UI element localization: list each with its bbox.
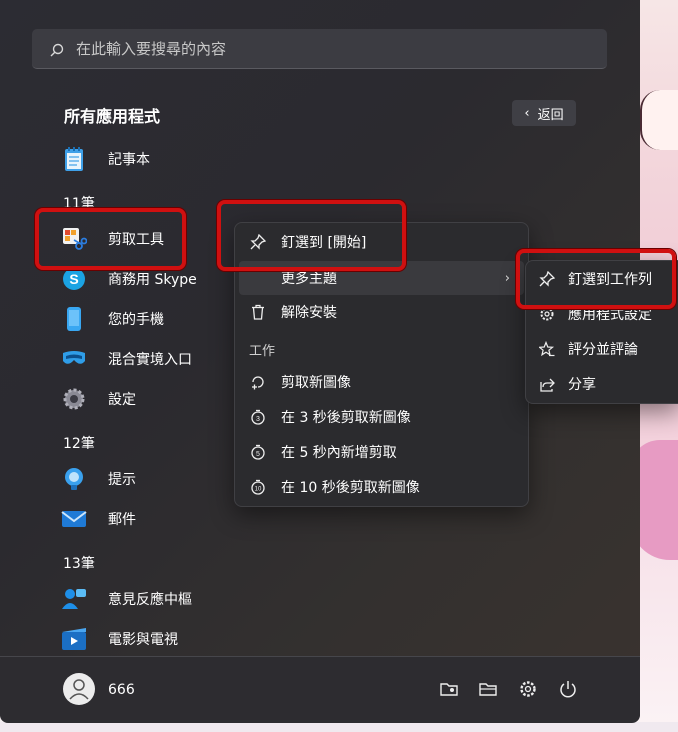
app-label: 電影與電視 — [108, 632, 178, 648]
chevron-left-icon: ‹ — [524, 105, 530, 121]
app-item-your-phone[interactable]: 您的手機 — [60, 302, 164, 336]
user-avatar[interactable] — [63, 673, 95, 705]
settings-icon[interactable] — [518, 679, 538, 699]
timer-icon: 5 — [249, 443, 267, 461]
app-item-notepad[interactable]: 記事本 — [60, 142, 150, 176]
menu-label: 剪取新圖像 — [281, 375, 351, 391]
star-icon — [538, 340, 556, 358]
menu-label: 評分並評論 — [568, 342, 638, 358]
menu-label: 在 5 秒內新增剪取 — [281, 445, 397, 461]
group-header-12[interactable]: 12筆 — [63, 433, 95, 453]
menu-item-rate-review[interactable]: 評分並評論 — [526, 332, 678, 366]
app-item-tips[interactable]: 提示 — [60, 462, 136, 496]
power-icon[interactable] — [558, 679, 578, 699]
app-label: 意見反應中樞 — [108, 592, 192, 608]
movies-tv-icon — [60, 625, 88, 653]
blank-icon — [249, 269, 267, 287]
file-explorer-icon[interactable] — [478, 679, 498, 699]
search-placeholder: 在此輸入要搜尋的內容 — [76, 40, 227, 58]
new-snip-icon — [249, 373, 267, 391]
all-apps-title: 所有應用程式 — [64, 107, 161, 126]
phone-icon — [60, 305, 88, 333]
wallpaper-art-detail — [640, 90, 678, 150]
app-label: 剪取工具 — [108, 232, 164, 248]
timer-icon: 10 — [249, 478, 267, 496]
share-icon — [538, 375, 556, 393]
pin-icon — [538, 270, 556, 288]
notepad-icon — [60, 145, 88, 173]
group-header-13[interactable]: 13筆 — [63, 553, 95, 573]
menu-item-new-snip[interactable]: 剪取新圖像 — [235, 365, 528, 399]
menu-label: 在 3 秒後剪取新圖像 — [281, 410, 411, 426]
timer-icon: 3 — [249, 408, 267, 426]
menu-item-share[interactable]: 分享 — [526, 367, 678, 401]
context-menu: 釘選到 [開始] 更多主題 › 解除安裝 工作 剪取新圖像 3 在 3 秒後剪取… — [234, 222, 529, 507]
menu-label: 在 10 秒後剪取新圖像 — [281, 480, 420, 496]
app-label: 您的手機 — [108, 312, 164, 328]
menu-item-app-settings[interactable]: 應用程式設定 — [526, 297, 678, 331]
app-item-mail[interactable]: 郵件 — [60, 502, 136, 536]
app-item-skype[interactable]: S 商務用 Skype — [60, 262, 197, 296]
app-item-feedback-hub[interactable]: 意見反應中樞 — [60, 582, 192, 616]
app-item-settings[interactable]: 設定 — [60, 382, 136, 416]
app-label: 混合實境入口 — [108, 352, 192, 368]
svg-text:S: S — [69, 271, 78, 287]
search-box[interactable]: 在此輸入要搜尋的內容 — [32, 29, 607, 69]
menu-item-pin-to-start[interactable]: 釘選到 [開始] — [235, 225, 528, 259]
back-button[interactable]: ‹ 返回 — [512, 100, 576, 126]
wallpaper-bottom — [0, 722, 678, 732]
chevron-right-icon: › — [504, 270, 510, 286]
gear-icon — [538, 305, 556, 323]
menu-label: 解除安裝 — [281, 305, 337, 321]
back-label: 返回 — [537, 107, 564, 123]
svg-text:5: 5 — [256, 451, 260, 458]
settings-gear-icon — [60, 385, 88, 413]
svg-text:3: 3 — [256, 416, 260, 423]
snipping-tool-icon — [60, 225, 88, 253]
pin-icon — [249, 233, 267, 251]
feedback-hub-icon — [60, 585, 88, 613]
mail-icon — [60, 505, 88, 533]
app-label: 郵件 — [108, 512, 136, 528]
menu-label: 更多主題 — [281, 271, 337, 287]
menu-item-snip-10s[interactable]: 10 在 10 秒後剪取新圖像 — [235, 470, 528, 504]
start-bottom-bar: 666 — [0, 656, 640, 723]
menu-item-uninstall[interactable]: 解除安裝 — [235, 295, 528, 329]
trash-icon — [249, 303, 267, 321]
app-label: 設定 — [108, 392, 136, 408]
menu-label: 分享 — [568, 377, 596, 393]
user-folder-icon[interactable] — [439, 679, 459, 699]
skype-icon: S — [60, 265, 88, 293]
svg-text:10: 10 — [255, 487, 262, 493]
user-name[interactable]: 666 — [108, 682, 135, 698]
menu-item-snip-3s[interactable]: 3 在 3 秒後剪取新圖像 — [235, 400, 528, 434]
tips-icon — [60, 465, 88, 493]
app-label: 提示 — [108, 472, 136, 488]
menu-label: 釘選到工作列 — [568, 272, 652, 288]
mixed-reality-icon — [60, 345, 88, 373]
submenu: 釘選到工作列 應用程式設定 評分並評論 分享 — [525, 260, 678, 404]
app-label: 商務用 Skype — [108, 272, 197, 288]
search-icon — [50, 42, 64, 56]
menu-section-work: 工作 — [249, 344, 276, 359]
app-label: 記事本 — [108, 152, 150, 168]
menu-item-more[interactable]: 更多主題 › — [239, 261, 524, 295]
app-item-snipping-tool[interactable]: 剪取工具 — [60, 222, 164, 256]
app-item-movies-tv[interactable]: 電影與電視 — [60, 622, 178, 656]
menu-label: 應用程式設定 — [568, 307, 652, 323]
menu-label: 釘選到 [開始] — [281, 235, 367, 251]
menu-item-snip-5s[interactable]: 5 在 5 秒內新增剪取 — [235, 435, 528, 469]
app-item-mixed-reality[interactable]: 混合實境入口 — [60, 342, 192, 376]
group-header-11[interactable]: 11筆 — [63, 193, 95, 213]
menu-item-pin-to-taskbar[interactable]: 釘選到工作列 — [526, 262, 678, 296]
